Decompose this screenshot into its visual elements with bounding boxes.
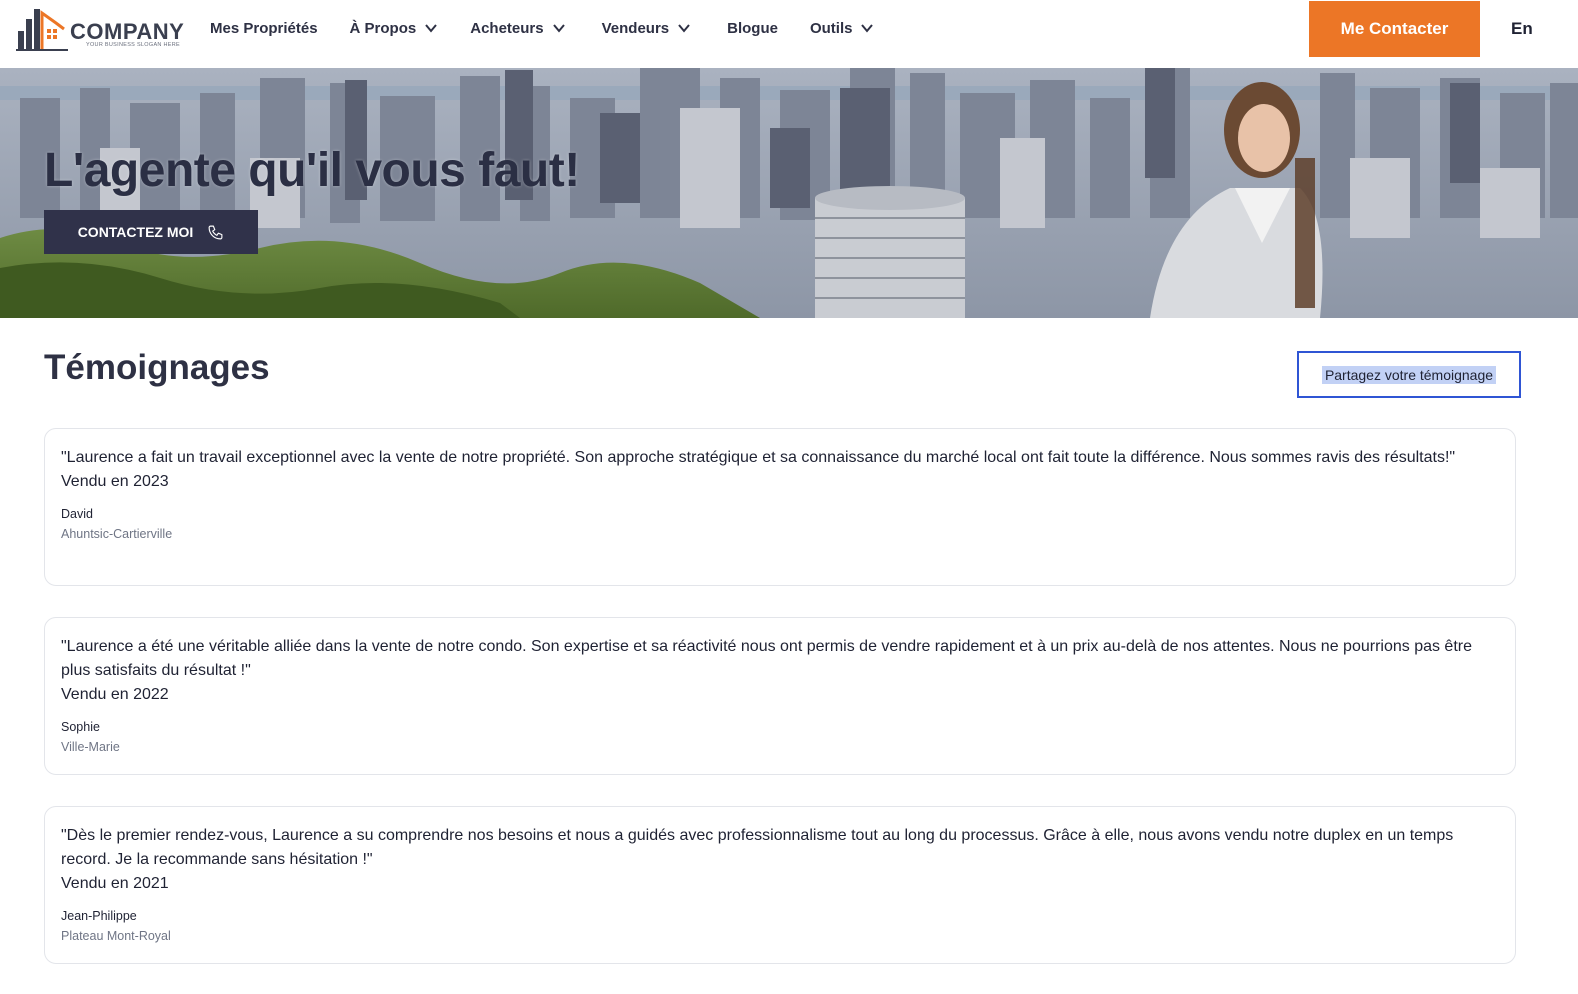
share-testimonial-button[interactable]: Partagez votre témoignage <box>1297 351 1521 398</box>
contactez-moi-button[interactable]: CONTACTEZ MOI <box>44 210 258 254</box>
me-contacter-button[interactable]: Me Contacter <box>1309 1 1480 57</box>
testimonial-year: Vendu en 2023 <box>61 473 169 490</box>
share-testimonial-label: Partagez votre témoignage <box>1321 365 1497 384</box>
nav-item-label: À Propos <box>349 19 417 37</box>
hero-title: L'agente qu'il vous faut! <box>44 144 580 197</box>
testimonial-quote: "Laurence a été une véritable alliée dan… <box>61 638 1472 679</box>
nav-item-label: Mes Propriétés <box>210 19 318 37</box>
testimonial-card: "Dès le premier rendez-vous, Laurence a … <box>44 806 1516 964</box>
chevron-down-icon <box>678 24 690 33</box>
nav-item-blogue[interactable]: Blogue <box>727 20 778 37</box>
phone-icon <box>208 225 223 239</box>
testimonial-year: Vendu en 2021 <box>61 875 169 892</box>
testimonial-location: Ahuntsic-Cartierville <box>61 527 173 541</box>
nav-item-label: Blogue <box>727 19 778 37</box>
nav-item-label: Vendeurs <box>601 19 670 37</box>
company-logo[interactable]: COMPANY YOUR BUSINESS SLOGAN HERE <box>16 5 186 51</box>
contactez-moi-label: CONTACTEZ MOI <box>77 224 194 240</box>
nav-item-acheteurs[interactable]: Acheteurs <box>470 20 565 37</box>
nav-item-mes-proprietes[interactable]: Mes Propriétés <box>210 20 318 37</box>
chevron-down-icon <box>425 24 438 33</box>
testimonial-year: Vendu en 2022 <box>61 686 169 703</box>
testimonial-card: "Laurence a fait un travail exceptionnel… <box>44 428 1516 586</box>
logo-buildings-icon <box>16 9 68 51</box>
nav-item-a-propos[interactable]: À Propos <box>350 20 439 37</box>
logo-slogan: YOUR BUSINESS SLOGAN HERE <box>86 42 180 48</box>
testimonial-author: Jean-Philippe <box>61 909 137 923</box>
language-switch[interactable]: En <box>1511 19 1533 39</box>
nav-item-outils[interactable]: Outils <box>810 20 875 37</box>
site-header: COMPANY YOUR BUSINESS SLOGAN HERE Mes Pr… <box>0 0 1578 68</box>
testimonial-author: David <box>61 507 93 521</box>
nav-item-label: Outils <box>809 19 853 37</box>
chevron-down-icon <box>861 24 874 33</box>
nav-item-vendeurs[interactable]: Vendeurs <box>602 20 692 37</box>
page-title: Témoignages <box>44 348 270 387</box>
testimonial-quote: "Dès le premier rendez-vous, Laurence a … <box>61 827 1454 868</box>
testimonial-card: "Laurence a été une véritable alliée dan… <box>44 617 1516 775</box>
testimonial-author: Sophie <box>61 720 100 734</box>
chevron-down-icon <box>552 24 565 33</box>
nav-item-label: Acheteurs <box>470 19 544 37</box>
hero-banner: L'agente qu'il vous faut! CONTACTEZ MOI <box>0 68 1578 318</box>
testimonial-location: Ville-Marie <box>61 740 120 754</box>
testimonial-location: Plateau Mont-Royal <box>61 929 171 943</box>
testimonial-quote: "Laurence a fait un travail exceptionnel… <box>61 449 1456 466</box>
main-nav: Mes Propriétés À Propos Acheteurs Vendeu… <box>210 0 874 56</box>
